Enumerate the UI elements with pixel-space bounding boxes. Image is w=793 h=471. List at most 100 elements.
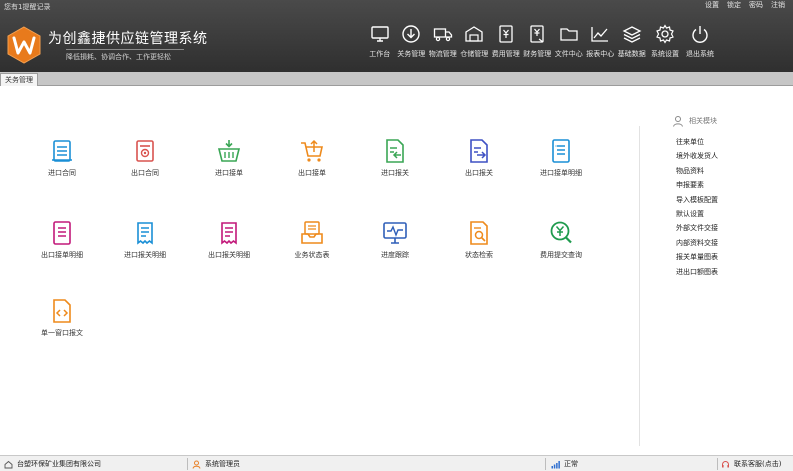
monitor-icon xyxy=(371,26,389,42)
module-import-contract[interactable]: 进口合同 xyxy=(29,138,95,184)
contract-seal-icon xyxy=(136,140,154,162)
document-in-icon xyxy=(386,139,404,163)
receipt-icon xyxy=(137,222,153,245)
layers-icon xyxy=(622,26,642,43)
nav-finance[interactable]: 财务管理 xyxy=(522,20,554,70)
related-item-overseas-consignor[interactable]: 境外收发货人 xyxy=(676,149,718,163)
module-import-order[interactable]: 进口接单 xyxy=(196,138,262,184)
home-icon xyxy=(4,460,13,468)
nav-label: 仓储管理 xyxy=(460,50,489,58)
code-document-icon xyxy=(53,299,71,323)
contract-clipboard-icon xyxy=(52,140,72,162)
nav-basedata[interactable]: 基础数据 xyxy=(616,20,648,70)
related-item-import-template[interactable]: 导入模板配置 xyxy=(676,193,718,207)
yen-document-icon xyxy=(499,25,513,43)
truck-icon xyxy=(433,28,452,42)
module-label: 进度跟踪 xyxy=(381,251,409,259)
related-item-declaration-chart[interactable]: 报关单量图表 xyxy=(676,250,718,264)
document-out-icon xyxy=(470,139,488,163)
power-icon xyxy=(692,26,708,43)
password-link[interactable]: 密码 xyxy=(749,0,763,10)
module-label: 进口报关 xyxy=(381,169,409,177)
network-status: 正常 xyxy=(564,460,578,468)
nav-label: 退出系统 xyxy=(686,50,714,58)
header-bar: 您有1提醒记录 设置 锁定 密码 注销 为创鑫捷供应链管理系统 降低損耗、协调合… xyxy=(0,0,793,72)
module-import-declaration[interactable]: 进口报关 xyxy=(362,138,428,184)
nav-fees[interactable]: 费用管理 xyxy=(490,20,522,70)
status-tray-icon xyxy=(301,221,323,244)
module-label: 出口接单 xyxy=(298,169,326,177)
module-export-declaration-details[interactable]: 出口报关明细 xyxy=(196,220,262,266)
settings-link[interactable]: 设置 xyxy=(705,0,719,10)
related-item-internal-files[interactable]: 内部资料交接 xyxy=(676,236,718,250)
module-progress-tracking[interactable]: 进度跟踪 xyxy=(362,220,428,266)
sidebar-divider xyxy=(639,126,640,446)
module-label: 出口报关 xyxy=(465,169,493,177)
nav-workbench[interactable]: 工作台 xyxy=(364,20,396,70)
list-document-icon xyxy=(53,221,71,245)
module-import-declaration-details[interactable]: 进口报关明细 xyxy=(112,220,178,266)
nav-label: 文件中心 xyxy=(554,50,583,58)
module-status-search[interactable]: 状态检索 xyxy=(446,220,512,266)
module-label: 出口报关明细 xyxy=(208,251,250,259)
receipt-icon xyxy=(221,222,237,245)
related-item-external-files[interactable]: 外部文件交接 xyxy=(676,221,718,235)
logout-link[interactable]: 注销 xyxy=(771,0,785,10)
related-modules-title: 相关模块 xyxy=(689,117,717,125)
signal-bars-icon xyxy=(551,460,560,468)
download-circle-icon xyxy=(402,25,420,43)
nav-warehouse[interactable]: 仓储管理 xyxy=(459,20,491,70)
app-window: 您有1提醒记录 设置 锁定 密码 注销 为创鑫捷供应链管理系统 降低損耗、协调合… xyxy=(0,0,793,471)
nav-label: 物流管理 xyxy=(428,50,457,58)
cart-out-icon xyxy=(301,139,323,162)
support-label: 联系客服(点击) xyxy=(734,460,782,468)
module-label: 进口接单 xyxy=(215,169,243,177)
module-fee-submission-query[interactable]: 费用提交查询 xyxy=(528,220,594,266)
list-document-icon xyxy=(552,139,570,163)
module-export-declaration[interactable]: 出口报关 xyxy=(446,138,512,184)
nav-label: 系统设置 xyxy=(651,50,679,58)
module-label: 进口报关明细 xyxy=(124,251,166,259)
related-item-partners[interactable]: 往来单位 xyxy=(676,135,718,149)
nav-label: 工作台 xyxy=(369,50,391,58)
related-item-trade-chart[interactable]: 进出口额图表 xyxy=(676,265,718,279)
reminder-link[interactable]: 您有1提醒记录 xyxy=(4,2,50,12)
nav-exit[interactable]: 退出系统 xyxy=(683,20,718,70)
lock-link[interactable]: 锁定 xyxy=(727,0,741,10)
nav-settings[interactable]: 系统设置 xyxy=(648,20,683,70)
tab-customs-management[interactable]: 关务管理 xyxy=(0,73,38,86)
status-network: 正常 xyxy=(551,458,578,470)
module-export-order-details[interactable]: 出口接单明细 xyxy=(29,220,95,266)
status-bar: 台塑环保矿业集团有限公司 系统管理员 正常 联系客服(点击) xyxy=(0,455,793,471)
nav-customs[interactable]: 关务管理 xyxy=(396,20,428,70)
nav-label: 基础数据 xyxy=(617,50,646,58)
related-item-default-settings[interactable]: 默认设置 xyxy=(676,207,718,221)
user-icon xyxy=(673,116,683,127)
module-export-contract[interactable]: 出口合同 xyxy=(112,138,178,184)
related-item-declaration-elements[interactable]: 申报要素 xyxy=(676,178,718,192)
nav-label: 财务管理 xyxy=(523,50,552,58)
status-separator xyxy=(545,458,546,470)
module-business-status[interactable]: 业务状态表 xyxy=(279,220,345,266)
related-item-goods[interactable]: 物品资料 xyxy=(676,164,718,178)
related-modules-header: 相关模块 xyxy=(672,115,717,127)
related-modules-list: 往来单位 境外收发货人 物品资料 申报要素 导入模板配置 默认设置 外部文件交接… xyxy=(676,135,718,279)
nav-reports[interactable]: 报表中心 xyxy=(585,20,617,70)
module-label: 状态检索 xyxy=(465,251,493,259)
headset-icon xyxy=(722,460,729,467)
window-links: 设置 锁定 密码 注销 xyxy=(705,0,793,10)
module-export-order[interactable]: 出口接单 xyxy=(279,138,345,184)
nav-label: 费用管理 xyxy=(491,50,520,58)
nav-logistics[interactable]: 物流管理 xyxy=(427,20,459,70)
gear-icon xyxy=(656,24,674,44)
tab-strip: 关务管理 xyxy=(0,72,793,86)
module-import-order-details[interactable]: 进口接单明细 xyxy=(528,138,594,184)
status-user: 系统管理员 xyxy=(192,458,240,470)
module-single-window-message[interactable]: 单一窗口报文 xyxy=(29,298,95,344)
nav-files[interactable]: 文件中心 xyxy=(553,20,585,70)
module-label: 出口接单明细 xyxy=(41,251,83,259)
line-chart-icon xyxy=(591,27,609,42)
status-separator xyxy=(717,458,718,470)
support-link[interactable]: 联系客服(点击) xyxy=(721,458,781,470)
document-search-icon xyxy=(470,221,488,245)
